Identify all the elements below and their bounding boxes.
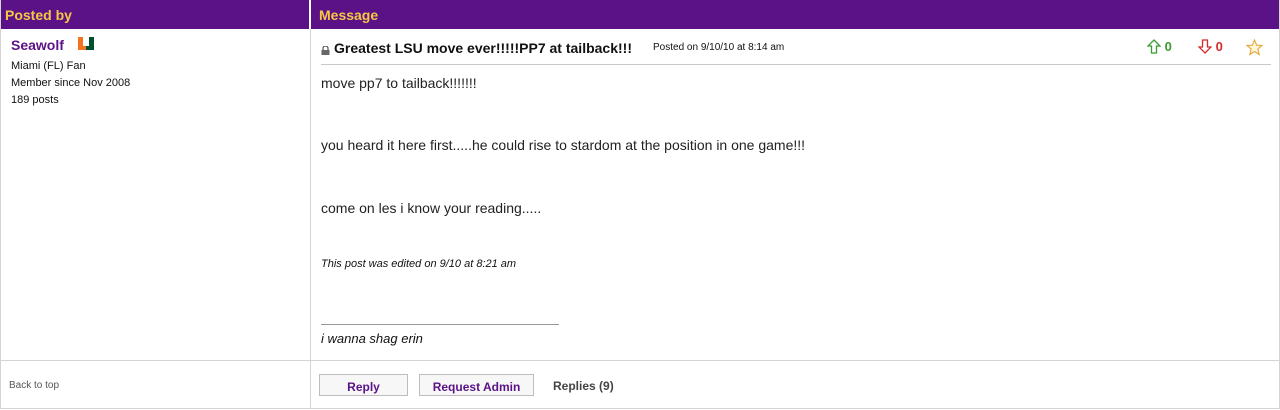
row-divider — [1, 360, 1279, 361]
post-header: Greatest LSU move ever!!!!!PP7 at tailba… — [321, 38, 1271, 65]
poster-member-since: Member since Nov 2008 — [11, 77, 131, 89]
poster-fan-of: Miami (FL) Fan — [11, 60, 86, 72]
downvote-count: 0 — [1215, 39, 1223, 54]
upvote-count: 0 — [1164, 39, 1172, 54]
posted-by-header: Posted by — [1, 0, 310, 29]
upvote-button[interactable]: 0 — [1146, 39, 1172, 54]
message-header: Message — [311, 0, 1279, 29]
lock-icon — [321, 42, 330, 55]
post-body-line-3: come on les i know your reading..... — [321, 200, 542, 216]
post-title: Greatest LSU move ever!!!!!PP7 at tailba… — [334, 40, 632, 56]
post-timestamp: Posted on 9/10/10 at 8:14 am — [653, 42, 785, 53]
upvote-arrow-icon — [1146, 39, 1162, 54]
signature-divider — [321, 324, 559, 325]
star-icon[interactable] — [1245, 38, 1264, 56]
post-signature: i wanna shag erin — [321, 331, 423, 346]
column-divider — [310, 29, 311, 408]
replies-count: Replies (9) — [553, 379, 614, 393]
forum-post-table: Posted by Message Seawolf Miami (FL) Fan… — [0, 0, 1280, 409]
request-admin-button[interactable]: Request Admin — [419, 374, 534, 396]
post-edited-note: This post was edited on 9/10 at 8:21 am — [321, 258, 517, 270]
poster-info: Seawolf Miami (FL) Fan Member since Nov … — [11, 36, 130, 109]
post-body-line-2: you heard it here first.....he could ris… — [321, 137, 806, 153]
downvote-button[interactable]: 0 — [1197, 39, 1223, 54]
reply-button[interactable]: Reply — [319, 374, 408, 396]
poster-username[interactable]: Seawolf — [11, 37, 64, 53]
team-logo-icon — [77, 37, 95, 51]
downvote-arrow-icon — [1197, 39, 1213, 54]
post-body-line-1: move pp7 to tailback!!!!!!! — [321, 75, 477, 91]
back-to-top-link[interactable]: Back to top — [9, 380, 59, 391]
poster-post-count: 189 posts — [11, 94, 59, 106]
